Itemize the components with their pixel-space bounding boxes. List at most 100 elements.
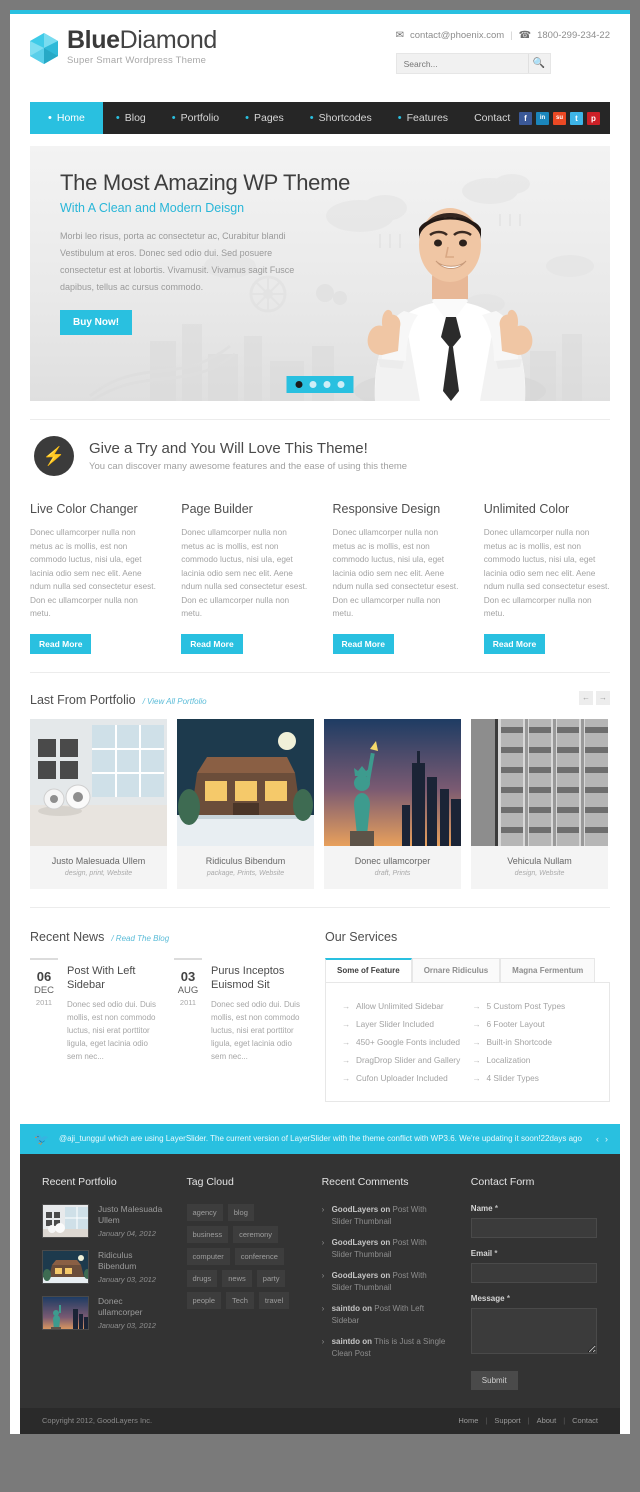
search-box[interactable]: 🔍 <box>395 53 551 74</box>
news-title[interactable]: Post With Left Sidebar <box>67 964 156 992</box>
nav-item-portfolio[interactable]: • Portfolio <box>159 102 232 134</box>
portfolio-heading: Last From Portfolio <box>30 692 136 707</box>
nav-item-contact[interactable]: Contact <box>461 102 523 134</box>
comment-item[interactable]: GoodLayers on Post With Slider Thumbnail <box>322 1237 449 1261</box>
footer-link-support[interactable]: Support <box>494 1416 520 1425</box>
portfolio-item[interactable]: Vehicula Nullam design, Website <box>471 718 608 889</box>
slider-dot-1[interactable] <box>295 381 303 388</box>
footer-link-contact[interactable]: Contact <box>572 1416 598 1425</box>
name-label-text: Name <box>470 1203 493 1213</box>
stumbleupon-icon[interactable]: su <box>553 111 566 125</box>
feature-body: Donec ullamcorper nulla non metus ac is … <box>332 527 459 618</box>
arrow-right-icon[interactable]: → <box>596 690 610 705</box>
nav-item-features[interactable]: • Features <box>385 102 461 134</box>
news-item[interactable]: 03 AUG 2011 Purus Inceptos Euismod Sit D… <box>174 957 300 1063</box>
comment-author: GoodLayers <box>331 1237 379 1247</box>
tag-item[interactable]: computer <box>186 1247 230 1265</box>
nav-item-blog[interactable]: • Blog <box>103 102 159 134</box>
service-item: 5 Custom Post Types <box>473 997 594 1015</box>
comment-item[interactable]: saintdo on Post With Left Sidebar <box>322 1303 449 1327</box>
nav-item-shortcodes[interactable]: • Shortcodes <box>297 102 385 134</box>
header-email[interactable]: contact@phoenix.com <box>410 30 504 41</box>
comment-item[interactable]: GoodLayers on Post With Slider Thumbnail <box>322 1204 449 1228</box>
message-field[interactable] <box>470 1307 597 1354</box>
linkedin-icon[interactable]: in <box>536 111 549 125</box>
tag-item[interactable]: blog <box>227 1203 254 1221</box>
tab-magna-fermentum[interactable]: Magna Fermentum <box>500 957 596 982</box>
slider-dot-3[interactable] <box>323 381 331 388</box>
footer-links: Home | Support | About | Contact <box>458 1416 598 1425</box>
portfolio-item[interactable]: Justo Malesuada Ullem design, print, Web… <box>30 718 167 889</box>
tag-item[interactable]: travel <box>258 1291 290 1309</box>
tag-item[interactable]: ceremony <box>233 1225 279 1243</box>
footer-heading: Recent Portfolio <box>42 1175 117 1188</box>
copyright-text: Copyright 2012, GoodLayers Inc. <box>42 1416 153 1425</box>
twitter-prev-icon[interactable]: ‹ <box>596 1134 599 1144</box>
portfolio-item-tags: design, print, Website <box>64 869 133 877</box>
buy-now-button[interactable]: Buy Now! <box>60 310 133 335</box>
tab-some-of-feature[interactable]: Some of Feature <box>325 957 412 982</box>
tag-item[interactable]: Tech <box>226 1291 254 1309</box>
tag-item[interactable]: people <box>186 1291 222 1309</box>
thumbnail-house-icon <box>42 1249 89 1284</box>
service-item: Allow Unlimited Sidebar <box>342 997 463 1015</box>
thumbnail-room-icon <box>42 1203 89 1238</box>
nav-item-pages[interactable]: • Pages <box>232 102 297 134</box>
portfolio-item[interactable]: Donec ullamcorper draft, Prints <box>324 718 461 889</box>
link-divider: | <box>485 1416 488 1425</box>
site-header: BlueDiamond Super Smart Wordpress Theme … <box>10 14 630 102</box>
comment-item[interactable]: saintdo on This is Just a Single Clean P… <box>322 1336 449 1360</box>
email-field[interactable] <box>470 1262 597 1283</box>
news-title[interactable]: Purus Inceptos Euismod Sit <box>211 964 300 992</box>
footer-portfolio-item[interactable]: Justo Malesuada Ullem January 04, 2012 <box>42 1203 165 1238</box>
tab-ornare-ridiculus[interactable]: Ornare Ridiculus <box>411 957 501 982</box>
tag-item[interactable]: news <box>222 1269 252 1287</box>
news-item[interactable]: 06 DEC 2011 Post With Left Sidebar Donec… <box>30 957 156 1063</box>
tag-item[interactable]: conference <box>234 1247 284 1265</box>
nav-item-home[interactable]: • Home <box>30 102 103 134</box>
portfolio-item[interactable]: Ridiculus Bibendum package, Prints, Webs… <box>177 718 314 889</box>
read-more-button[interactable]: Read More <box>181 633 243 654</box>
diamond-logo-icon <box>30 33 58 64</box>
comment-item[interactable]: GoodLayers on Post With Slider Thumbnail <box>322 1270 449 1294</box>
footer-portfolio-item[interactable]: Donec ullamcorper January 03, 2012 <box>42 1295 165 1330</box>
footer-recent-comments: Recent Comments GoodLayers on Post With … <box>322 1176 449 1390</box>
footer-link-about[interactable]: About <box>537 1416 557 1425</box>
feature-title: Responsive Design <box>332 502 441 516</box>
submit-button[interactable]: Submit <box>470 1370 518 1390</box>
feature-column-responsive-design: Responsive Design Donec ullamcorper null… <box>332 502 459 654</box>
footer-portfolio-title: Justo Malesuada Ullem <box>98 1203 163 1225</box>
slider-dot-4[interactable] <box>337 381 345 388</box>
pinterest-icon[interactable]: p <box>587 111 600 125</box>
name-field[interactable] <box>470 1217 597 1238</box>
portfolio-thumbnail-room <box>30 718 167 846</box>
page-root: BlueDiamond Super Smart Wordpress Theme … <box>0 0 640 1492</box>
twitter-icon[interactable]: t <box>570 111 583 125</box>
footer-link-home[interactable]: Home <box>458 1416 478 1425</box>
tag-item[interactable]: business <box>186 1225 229 1243</box>
main-nav: • Home • Blog • Portfolio • Pages • Shortcode… <box>30 102 610 134</box>
footer-contact-form: Contact Form Name * Email * Message * Su… <box>470 1176 598 1390</box>
news-excerpt: Donec sed odio dui. Duis mollis, est non… <box>211 999 300 1061</box>
read-more-button[interactable]: Read More <box>332 633 394 654</box>
search-input[interactable] <box>396 58 528 69</box>
news-day: 06 <box>36 968 52 984</box>
slider-pagination <box>286 376 354 393</box>
name-label: Name * <box>471 1204 598 1213</box>
search-icon[interactable]: 🔍 <box>527 54 550 73</box>
news-services-row: Recent News / Read The Blog 06 DEC 2011 … <box>30 930 610 1102</box>
facebook-icon[interactable]: f <box>519 111 532 125</box>
footer-portfolio-item[interactable]: Ridiculus Bibendum January 03, 2012 <box>42 1249 165 1284</box>
read-more-button[interactable]: Read More <box>30 633 92 654</box>
tag-item[interactable]: agency <box>186 1203 223 1221</box>
arrow-left-icon[interactable]: ← <box>579 690 593 705</box>
service-item: 6 Footer Layout <box>473 1015 594 1033</box>
tag-item[interactable]: drugs <box>186 1269 218 1287</box>
slider-dot-2[interactable] <box>309 381 317 388</box>
view-all-portfolio-link[interactable]: / View All Portfolio <box>143 697 207 706</box>
twitter-next-icon[interactable]: › <box>605 1134 608 1144</box>
tag-item[interactable]: party <box>256 1269 286 1287</box>
feature-title: Page Builder <box>181 502 253 516</box>
read-more-button[interactable]: Read More <box>483 633 546 654</box>
read-the-blog-link[interactable]: / Read The Blog <box>111 934 169 943</box>
